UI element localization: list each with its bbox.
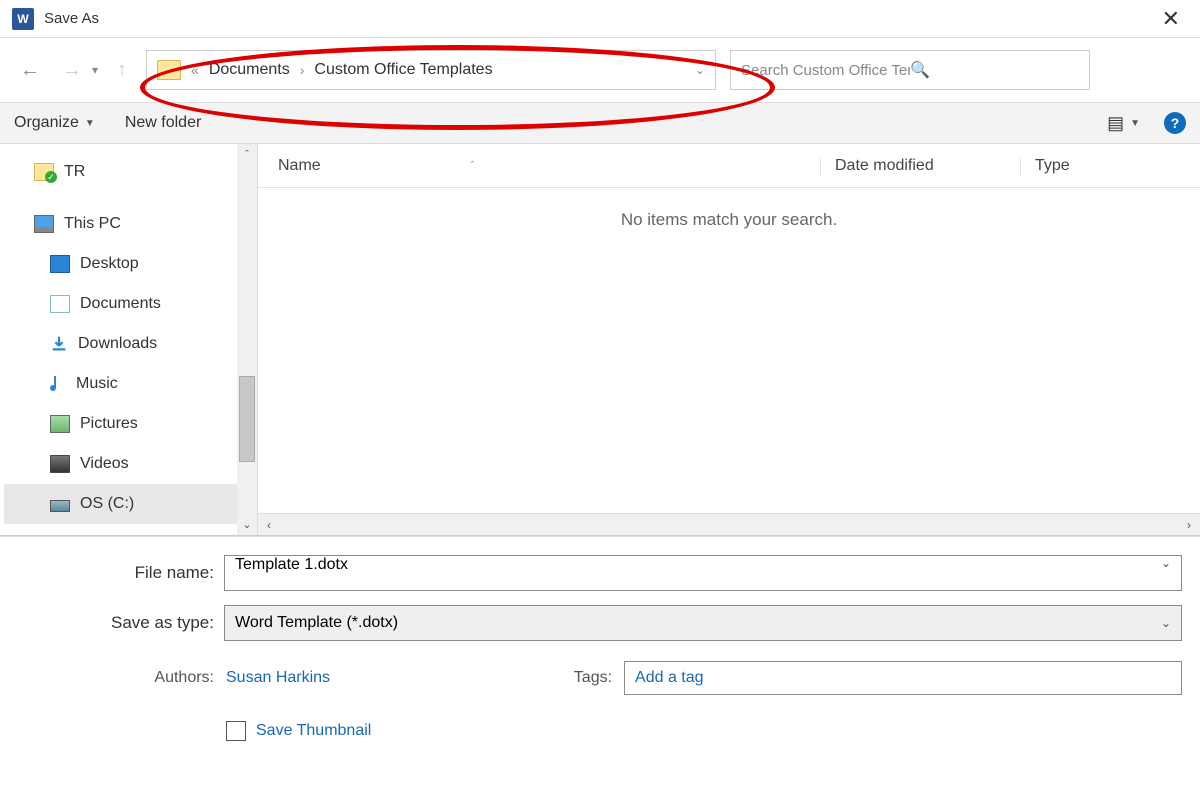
search-placeholder: Search Custom Office Templa...: [741, 62, 910, 79]
save-form: File name: Template 1.dotx ⌄ Save as typ…: [0, 536, 1200, 751]
column-name[interactable]: Name ˆ: [278, 157, 820, 175]
authors-label: Authors:: [44, 669, 214, 687]
scroll-right-icon[interactable]: ›: [1178, 514, 1200, 535]
toolbar: Organize ▼ New folder ▤ ▼ ?: [0, 102, 1200, 144]
navigation-bar: ← → ▾ ↑ « Documents › Custom Office Temp…: [0, 38, 1200, 102]
savetype-label: Save as type:: [44, 613, 214, 633]
column-date-modified[interactable]: Date modified: [820, 157, 1020, 175]
organize-button[interactable]: Organize ▼: [14, 114, 95, 132]
music-icon: [50, 374, 66, 394]
tree-item-videos[interactable]: Videos: [4, 444, 253, 484]
close-button[interactable]: ✕: [1154, 4, 1188, 34]
scroll-up-icon[interactable]: ˆ: [237, 144, 257, 166]
tree-item-os-drive[interactable]: OS (C:): [4, 484, 253, 524]
filename-input[interactable]: Template 1.dotx ⌄: [224, 555, 1182, 591]
folder-icon: [157, 60, 181, 80]
main-area: TR This PC Desktop Documents Downloads: [0, 144, 1200, 536]
desktop-icon: [50, 255, 70, 273]
horizontal-scrollbar[interactable]: ‹ ›: [258, 513, 1200, 535]
up-button[interactable]: ↑: [104, 52, 140, 88]
column-type[interactable]: Type: [1020, 157, 1200, 175]
pc-icon: [34, 215, 54, 233]
document-icon: [50, 295, 70, 313]
chevron-down-icon: ▼: [85, 118, 95, 129]
tree-item-music[interactable]: Music: [4, 364, 253, 404]
folder-tree: TR This PC Desktop Documents Downloads: [0, 144, 257, 532]
tree-item-documents[interactable]: Documents: [4, 284, 253, 324]
breadcrumb-bar[interactable]: « Documents › Custom Office Templates ⌄: [146, 50, 716, 90]
titlebar: W Save As ✕: [0, 0, 1200, 38]
drive-icon: [50, 500, 70, 512]
tags-input[interactable]: Add a tag: [624, 661, 1182, 695]
chevron-down-icon: ⌄: [1161, 616, 1171, 630]
view-icon: ▤: [1107, 113, 1124, 134]
savetype-select[interactable]: Word Template (*.dotx) ⌄: [224, 605, 1182, 641]
dialog-title: Save As: [44, 10, 99, 27]
breadcrumb-dropdown[interactable]: ⌄: [695, 63, 705, 77]
breadcrumb-item[interactable]: Custom Office Templates: [314, 61, 492, 79]
tree-item-tr[interactable]: TR: [4, 152, 253, 192]
word-icon: W: [12, 8, 34, 30]
recent-locations-dropdown[interactable]: ▾: [92, 63, 98, 77]
empty-message: No items match your search.: [258, 210, 1200, 230]
download-icon: [50, 335, 68, 353]
breadcrumb-prefix: «: [191, 62, 199, 78]
tree-item-downloads[interactable]: Downloads: [4, 324, 253, 364]
save-thumbnail-checkbox[interactable]: [226, 721, 246, 741]
column-headers: Name ˆ Date modified Type: [258, 144, 1200, 188]
sidebar: TR This PC Desktop Documents Downloads: [0, 144, 258, 535]
breadcrumb-item[interactable]: Documents: [209, 61, 290, 79]
tags-label: Tags:: [552, 669, 612, 687]
forward-button[interactable]: →: [54, 52, 90, 88]
tree-item-pictures[interactable]: Pictures: [4, 404, 253, 444]
chevron-right-icon: ›: [300, 62, 305, 78]
folder-check-icon: [34, 163, 54, 181]
chevron-down-icon[interactable]: ⌄: [1161, 556, 1171, 570]
sidebar-scrollbar[interactable]: ˆ ⌄: [237, 144, 257, 535]
save-thumbnail-label: Save Thumbnail: [256, 722, 371, 740]
new-folder-button[interactable]: New folder: [125, 114, 201, 132]
sort-indicator-icon: ˆ: [471, 160, 475, 172]
search-icon: 🔍: [910, 60, 1079, 80]
authors-value[interactable]: Susan Harkins: [226, 669, 330, 687]
pictures-icon: [50, 415, 70, 433]
help-button[interactable]: ?: [1164, 112, 1186, 134]
scroll-thumb[interactable]: [239, 376, 255, 462]
back-button[interactable]: ←: [12, 52, 48, 88]
file-list-area: Name ˆ Date modified Type No items match…: [258, 144, 1200, 535]
tree-item-this-pc[interactable]: This PC: [4, 204, 253, 244]
view-options-button[interactable]: ▤ ▼: [1107, 113, 1140, 134]
scroll-left-icon[interactable]: ‹: [258, 514, 280, 535]
scroll-down-icon[interactable]: ⌄: [237, 513, 257, 535]
filename-label: File name:: [44, 563, 214, 583]
tree-item-desktop[interactable]: Desktop: [4, 244, 253, 284]
videos-icon: [50, 455, 70, 473]
chevron-down-icon: ▼: [1130, 118, 1140, 129]
search-input[interactable]: Search Custom Office Templa... 🔍: [730, 50, 1090, 90]
